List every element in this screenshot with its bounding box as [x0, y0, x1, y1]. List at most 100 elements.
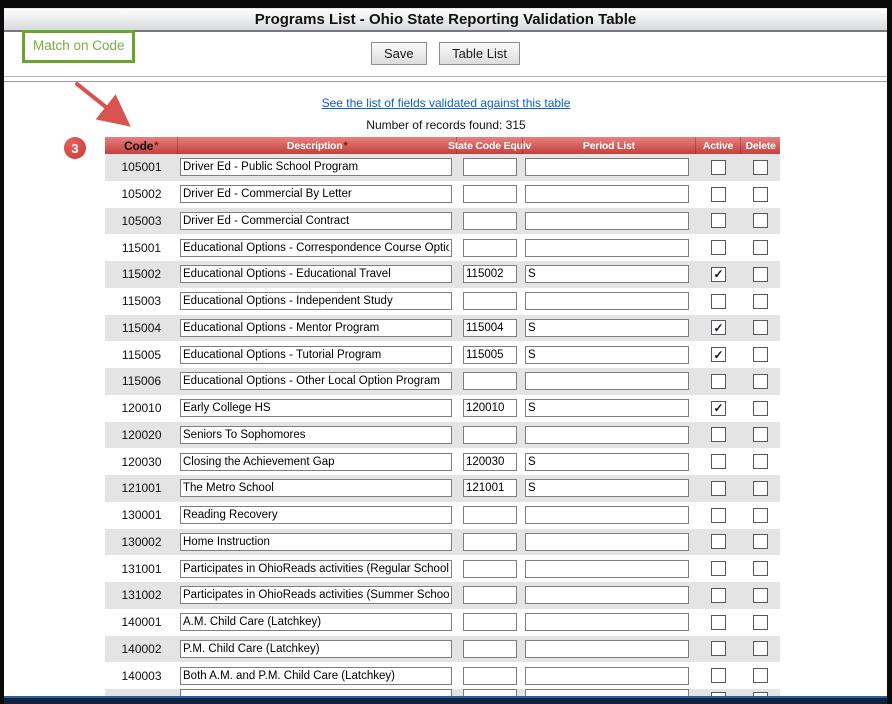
active-checkbox[interactable] — [711, 668, 726, 683]
validated-fields-link[interactable]: See the list of fields validated against… — [322, 96, 571, 110]
description-input[interactable] — [180, 212, 452, 230]
description-input[interactable] — [180, 506, 452, 524]
period-list-input[interactable] — [525, 613, 689, 631]
active-checkbox[interactable] — [711, 615, 726, 630]
active-checkbox[interactable] — [711, 508, 726, 523]
state-code-equiv-input[interactable] — [463, 372, 517, 390]
active-checkbox[interactable] — [711, 267, 726, 282]
delete-checkbox[interactable] — [753, 347, 768, 362]
delete-checkbox[interactable] — [753, 615, 768, 630]
delete-checkbox[interactable] — [753, 187, 768, 202]
period-list-input[interactable] — [525, 506, 689, 524]
period-list-input[interactable] — [525, 640, 689, 658]
description-input[interactable] — [180, 533, 452, 551]
period-list-input[interactable] — [525, 265, 689, 283]
table-list-button[interactable]: Table List — [439, 42, 520, 65]
state-code-equiv-input[interactable] — [463, 586, 517, 604]
period-list-input[interactable] — [525, 346, 689, 364]
delete-checkbox[interactable] — [753, 267, 768, 282]
period-list-input[interactable] — [525, 453, 689, 471]
delete-checkbox[interactable] — [753, 561, 768, 576]
active-checkbox[interactable] — [711, 427, 726, 442]
delete-checkbox[interactable] — [753, 160, 768, 175]
description-input[interactable] — [180, 265, 452, 283]
period-list-input[interactable] — [525, 586, 689, 604]
description-input[interactable] — [180, 158, 452, 176]
delete-checkbox[interactable] — [753, 668, 768, 683]
save-button[interactable]: Save — [371, 42, 427, 65]
description-input[interactable] — [180, 560, 452, 578]
state-code-equiv-input[interactable] — [463, 667, 517, 685]
active-checkbox[interactable] — [711, 187, 726, 202]
period-list-input[interactable] — [525, 158, 689, 176]
state-code-equiv-input[interactable] — [463, 265, 517, 283]
active-checkbox[interactable] — [711, 320, 726, 335]
active-checkbox[interactable] — [711, 588, 726, 603]
delete-checkbox[interactable] — [753, 454, 768, 469]
description-input[interactable] — [180, 319, 452, 337]
delete-checkbox[interactable] — [753, 427, 768, 442]
description-input[interactable] — [180, 640, 452, 658]
delete-checkbox[interactable] — [753, 641, 768, 656]
state-code-equiv-input[interactable] — [463, 158, 517, 176]
delete-checkbox[interactable] — [753, 320, 768, 335]
period-list-input[interactable] — [525, 239, 689, 257]
active-checkbox[interactable] — [711, 641, 726, 656]
description-input[interactable] — [180, 292, 452, 310]
active-checkbox[interactable] — [711, 240, 726, 255]
period-list-input[interactable] — [525, 426, 689, 444]
state-code-equiv-input[interactable] — [463, 185, 517, 203]
period-list-input[interactable] — [525, 560, 689, 578]
state-code-equiv-input[interactable] — [463, 399, 517, 417]
period-list-input[interactable] — [525, 185, 689, 203]
delete-checkbox[interactable] — [753, 481, 768, 496]
period-list-input[interactable] — [525, 399, 689, 417]
state-code-equiv-input[interactable] — [463, 212, 517, 230]
state-code-equiv-input[interactable] — [463, 479, 517, 497]
period-list-input[interactable] — [525, 212, 689, 230]
delete-checkbox[interactable] — [753, 213, 768, 228]
period-list-input[interactable] — [525, 533, 689, 551]
state-code-equiv-input[interactable] — [463, 292, 517, 310]
description-input[interactable] — [180, 453, 452, 471]
delete-checkbox[interactable] — [753, 588, 768, 603]
description-input[interactable] — [180, 426, 452, 444]
active-checkbox[interactable] — [711, 481, 726, 496]
description-input[interactable] — [180, 667, 452, 685]
description-input[interactable] — [180, 586, 452, 604]
active-checkbox[interactable] — [711, 534, 726, 549]
active-checkbox[interactable] — [711, 294, 726, 309]
state-code-equiv-input[interactable] — [463, 453, 517, 471]
delete-checkbox[interactable] — [753, 374, 768, 389]
active-checkbox[interactable] — [711, 561, 726, 576]
active-checkbox[interactable] — [711, 374, 726, 389]
period-list-input[interactable] — [525, 319, 689, 337]
active-checkbox[interactable] — [711, 160, 726, 175]
period-list-input[interactable] — [525, 479, 689, 497]
active-checkbox[interactable] — [711, 401, 726, 416]
state-code-equiv-input[interactable] — [463, 346, 517, 364]
description-input[interactable] — [180, 346, 452, 364]
state-code-equiv-input[interactable] — [463, 506, 517, 524]
delete-checkbox[interactable] — [753, 534, 768, 549]
delete-checkbox[interactable] — [753, 294, 768, 309]
period-list-input[interactable] — [525, 372, 689, 390]
description-input[interactable] — [180, 479, 452, 497]
state-code-equiv-input[interactable] — [463, 426, 517, 444]
state-code-equiv-input[interactable] — [463, 640, 517, 658]
description-input[interactable] — [180, 185, 452, 203]
delete-checkbox[interactable] — [753, 401, 768, 416]
state-code-equiv-input[interactable] — [463, 239, 517, 257]
state-code-equiv-input[interactable] — [463, 560, 517, 578]
state-code-equiv-input[interactable] — [463, 533, 517, 551]
description-input[interactable] — [180, 399, 452, 417]
state-code-equiv-input[interactable] — [463, 613, 517, 631]
period-list-input[interactable] — [525, 292, 689, 310]
active-checkbox[interactable] — [711, 213, 726, 228]
state-code-equiv-input[interactable] — [463, 319, 517, 337]
period-list-input[interactable] — [525, 667, 689, 685]
delete-checkbox[interactable] — [753, 240, 768, 255]
active-checkbox[interactable] — [711, 454, 726, 469]
description-input[interactable] — [180, 613, 452, 631]
description-input[interactable] — [180, 372, 452, 390]
